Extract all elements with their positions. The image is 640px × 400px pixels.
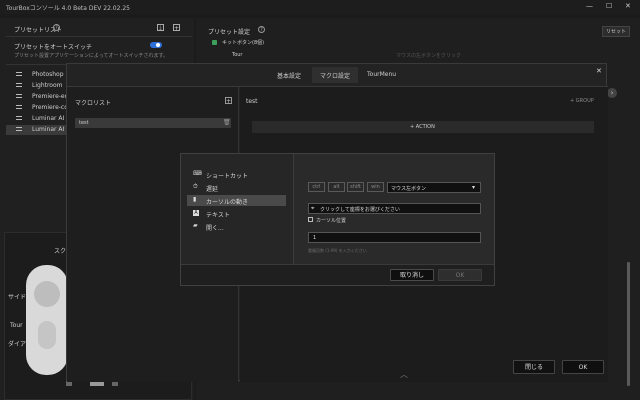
kit-button-subheader: キットボタン(8個) xyxy=(222,40,265,46)
tour-label: Tour xyxy=(10,322,23,329)
import-icon[interactable]: ⤓ xyxy=(157,24,164,31)
help-icon[interactable]: ? xyxy=(258,26,265,33)
window-title: TourBoxコンソール 4.0 Beta DEV 22.02.25 xyxy=(6,5,130,12)
repeat-count-input[interactable]: 1 xyxy=(308,232,481,243)
tour-row-action: マウスの左ボタンをクリック xyxy=(396,53,462,59)
reset-button[interactable]: リセット xyxy=(602,26,631,37)
kit-button-icon xyxy=(212,40,217,45)
auto-switch-toggle[interactable] xyxy=(150,42,162,48)
drag-handle-icon[interactable] xyxy=(16,104,22,110)
auto-switch-label: プリセットをオートスイッチ xyxy=(14,44,93,51)
close-window-icon[interactable]: ✕ xyxy=(625,2,631,10)
add-action-button[interactable]: + ACTION xyxy=(252,121,594,133)
tab-basic-settings[interactable]: 基本設定 xyxy=(277,71,301,80)
modifier-ctrl[interactable]: ctrl xyxy=(308,182,325,192)
help-icon[interactable]: ? xyxy=(53,24,60,31)
option-shortcut[interactable]: ⌨ ショートカット xyxy=(187,169,286,181)
minimize-icon[interactable]: — xyxy=(586,2,593,10)
action-edit-dialog: ⌨ ショートカット ⏱ 遅延 ▮ カーソルの動き A テキスト ▰ 開く... … xyxy=(180,153,495,286)
modifier-shift[interactable]: shift xyxy=(347,182,364,192)
vertical-scrollbar[interactable] xyxy=(627,262,630,386)
drag-handle-icon[interactable] xyxy=(16,126,22,132)
ok-button[interactable]: OK xyxy=(562,360,604,374)
action-ok-button[interactable]: OK xyxy=(438,269,482,281)
mouse-button-select[interactable]: マウス左ボタン ▾ xyxy=(387,182,481,193)
collapse-icon[interactable]: › xyxy=(607,88,617,98)
mouse-icon: ▮ xyxy=(193,196,197,203)
preset-settings-header: プリセット設定 xyxy=(208,29,251,36)
action-dialog-footer: 取り消し OK xyxy=(181,264,494,285)
coordinate-picker[interactable]: ⌖ クリックして座標をお選びください xyxy=(308,203,481,214)
chevron-up-icon[interactable]: ︿ xyxy=(400,369,408,380)
target-icon: ⌖ xyxy=(311,205,315,212)
trash-icon[interactable]: 🗑 xyxy=(223,119,231,126)
cancel-button[interactable]: 取り消し xyxy=(390,269,434,281)
option-delay[interactable]: ⏱ 遅延 xyxy=(187,182,286,194)
chevron-down-icon: ▾ xyxy=(472,184,476,191)
device-title: スク xyxy=(54,248,67,255)
keyboard-icon: ⌨ xyxy=(193,170,202,177)
option-cursor-move[interactable]: ▮ カーソルの動き xyxy=(187,195,286,206)
side-label: サイド xyxy=(8,294,27,301)
stopwatch-icon: ⏱ xyxy=(193,183,198,190)
tab-tourmenu[interactable]: TourMenu xyxy=(367,71,396,78)
option-open[interactable]: ▰ 開く... xyxy=(187,221,286,233)
dialog-close-icon[interactable]: ✕ xyxy=(596,67,602,75)
drag-handle-icon[interactable] xyxy=(16,82,22,88)
modifier-win[interactable]: win xyxy=(367,182,384,192)
tab-macro-settings[interactable]: マクロ設定 xyxy=(320,71,350,80)
text-icon: A xyxy=(193,210,199,216)
add-preset-icon[interactable]: + xyxy=(173,24,180,32)
action-type-list: ⌨ ショートカット ⏱ 遅延 ▮ カーソルの動き A テキスト ▰ 開く... xyxy=(181,154,294,264)
modifier-alt[interactable]: alt xyxy=(328,182,345,192)
folder-icon: ▰ xyxy=(193,222,198,229)
macro-name[interactable]: test xyxy=(246,98,258,105)
option-text[interactable]: A テキスト xyxy=(187,208,286,219)
add-macro-icon[interactable]: + xyxy=(225,97,232,105)
tourbox-device-image xyxy=(26,265,68,375)
add-action-label: + ACTION xyxy=(410,124,435,130)
drag-handle-icon[interactable] xyxy=(16,71,22,77)
add-group-button[interactable]: + GROUP xyxy=(570,98,594,104)
macro-list-item[interactable]: test 🗑 xyxy=(75,118,231,128)
maximize-icon[interactable]: ☐ xyxy=(606,2,612,10)
repeat-count-hint: 重複回数 (1-99) を入力ください xyxy=(308,248,367,253)
title-bar: TourBoxコンソール 4.0 Beta DEV 22.02.25 — ☐ ✕ xyxy=(0,0,640,14)
macro-list-title: マクロリスト xyxy=(75,100,112,107)
cursor-position-checkbox[interactable] xyxy=(308,217,313,222)
tour-row-label[interactable]: Tour xyxy=(232,52,243,58)
auto-switch-desc: プリセット設置アプリケーションによってオートスイッチされます。 xyxy=(14,53,169,59)
drag-handle-icon[interactable] xyxy=(16,115,22,121)
drag-handle-icon[interactable] xyxy=(16,93,22,99)
cursor-position-label: カーソル位置 xyxy=(316,218,347,224)
close-button[interactable]: 閉じる xyxy=(513,360,555,374)
